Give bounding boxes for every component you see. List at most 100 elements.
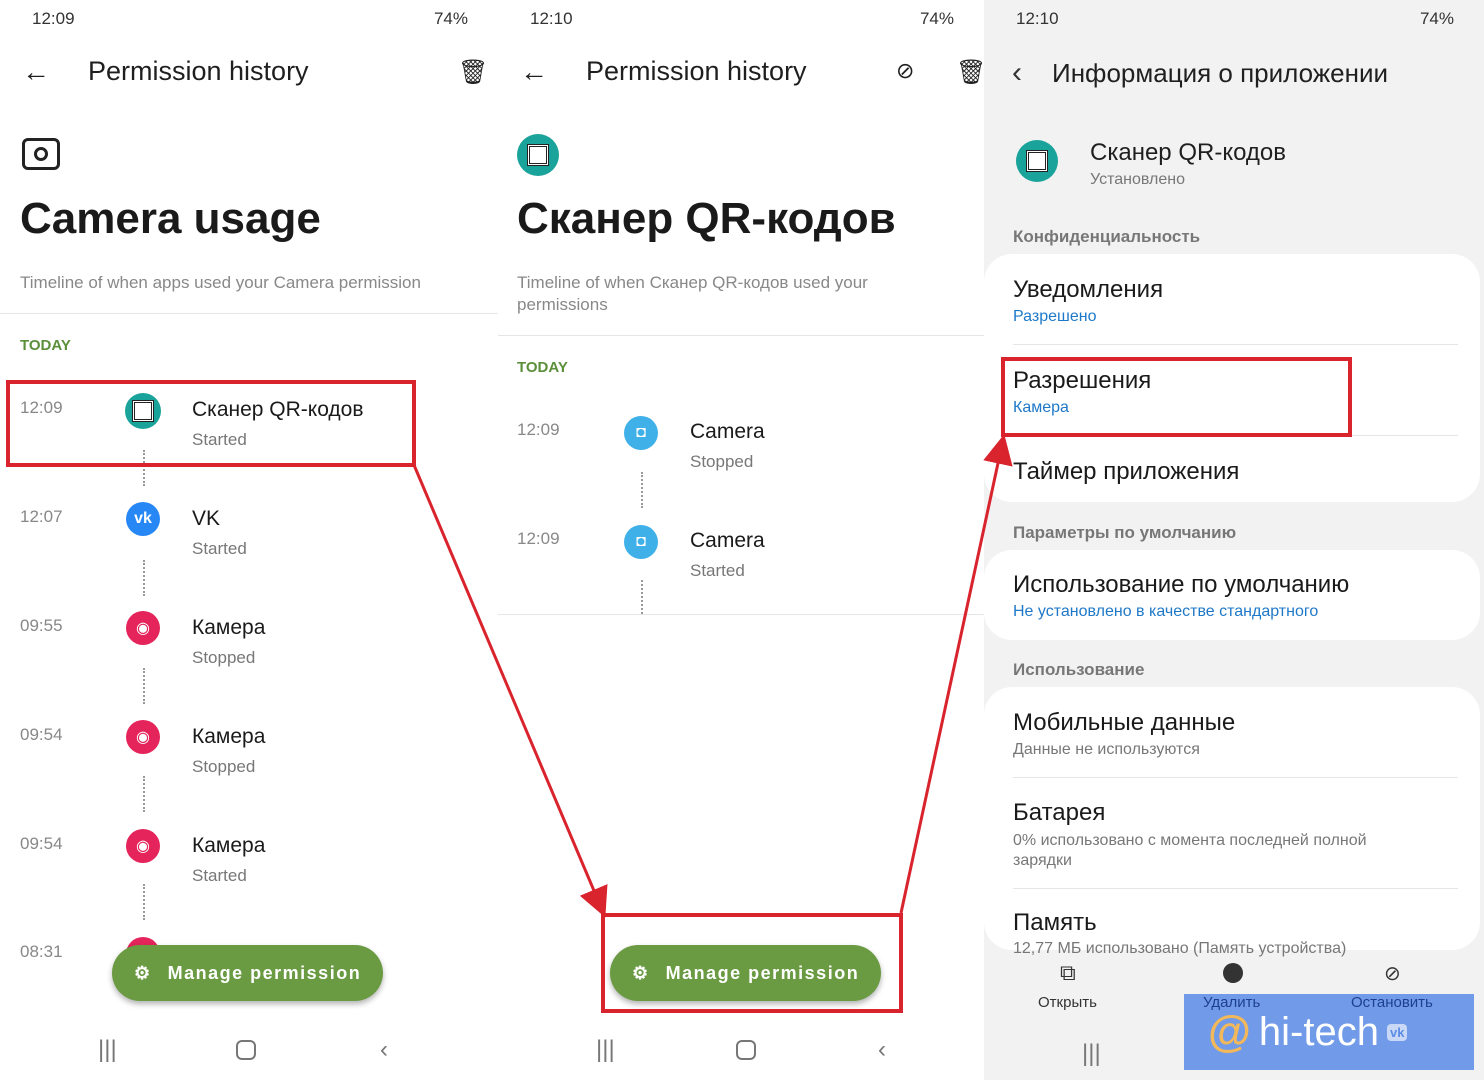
timeline-line bbox=[143, 560, 145, 596]
item-time: 09:54 bbox=[20, 834, 63, 853]
uninstall-button[interactable]: Удалить bbox=[1203, 994, 1260, 1011]
camera-perm-icon: ◘ bbox=[624, 525, 658, 559]
divider bbox=[1013, 777, 1458, 778]
panel-app-info: 12:10 74% ‹ Информация о приложении Скан… bbox=[984, 0, 1484, 1080]
default-use-value: Не установлено в качестве стандартного bbox=[1013, 603, 1319, 620]
back-arrow-icon[interactable]: ← bbox=[520, 56, 548, 88]
item-time: 12:09 bbox=[517, 420, 560, 439]
battery-value: 0% использовано с момента последней полн… bbox=[1013, 832, 1367, 869]
timeline-line bbox=[641, 580, 643, 614]
status-battery: 74% bbox=[1419, 9, 1454, 28]
defaults-card: Использование по умолчанию Не установлен… bbox=[984, 550, 1480, 640]
mobile-data-item[interactable]: Мобильные данные bbox=[1013, 709, 1235, 737]
force-stop-icon[interactable]: ⊘ bbox=[1384, 961, 1401, 986]
page-title: Информация о приложении bbox=[1052, 58, 1389, 88]
watermark-text: hi-tech bbox=[1258, 1009, 1379, 1054]
item-app[interactable]: VK bbox=[192, 507, 220, 531]
subtitle: Timeline of when Сканер QR-кодов used yo… bbox=[517, 273, 868, 314]
app-name: Сканер QR-кодов bbox=[1090, 139, 1287, 166]
item-time: 09:54 bbox=[20, 725, 63, 744]
item-app[interactable]: Камера bbox=[192, 834, 265, 858]
divider bbox=[1013, 888, 1458, 889]
item-status: Stopped bbox=[690, 452, 754, 471]
subtitle: Timeline of when apps used your Camera p… bbox=[20, 273, 421, 292]
manage-permission-button[interactable]: ⚙ Manage permission bbox=[112, 945, 384, 1001]
timeline-line bbox=[143, 668, 145, 704]
eye-off-icon[interactable]: ⊘ bbox=[896, 58, 914, 84]
item-status: Stopped bbox=[192, 648, 256, 667]
divider bbox=[498, 614, 984, 615]
storage-item[interactable]: Память bbox=[1013, 909, 1097, 937]
timeline-line bbox=[143, 776, 145, 812]
item-app: Camera bbox=[690, 529, 765, 552]
section-today: TODAY bbox=[20, 337, 71, 354]
at-logo-icon: @ bbox=[1208, 1007, 1251, 1056]
item-status: Started bbox=[192, 539, 247, 558]
trash-icon[interactable]: 🗑 bbox=[956, 58, 984, 87]
highlight-box-qr-entry bbox=[6, 380, 416, 467]
qr-app-icon bbox=[517, 134, 559, 176]
section-privacy: Конфиденциальность bbox=[1013, 227, 1201, 246]
item-status: Started bbox=[192, 866, 247, 885]
heading: Camera usage bbox=[20, 194, 321, 243]
back-arrow-icon[interactable]: ← bbox=[22, 56, 50, 88]
camera-perm-icon: ◘ bbox=[624, 416, 658, 450]
force-stop-button[interactable]: Остановить bbox=[1351, 994, 1433, 1011]
item-app: Camera bbox=[690, 420, 765, 443]
item-time: 12:09 bbox=[517, 529, 560, 548]
camera-app-icon: ◉ bbox=[126, 720, 160, 754]
item-status: Started bbox=[690, 561, 745, 580]
status-battery: 74% bbox=[433, 9, 468, 28]
divider bbox=[1013, 344, 1458, 345]
battery-item[interactable]: Батарея bbox=[1013, 799, 1105, 827]
camera-icon bbox=[22, 138, 60, 170]
recents-nav-icon[interactable]: ||| bbox=[98, 1036, 117, 1064]
home-nav-icon[interactable] bbox=[236, 1040, 256, 1060]
open-button[interactable]: Открыть bbox=[1038, 994, 1097, 1011]
home-nav-icon[interactable] bbox=[736, 1040, 756, 1060]
storage-value: 12,77 МБ использовано (Память устройства… bbox=[1013, 940, 1347, 957]
page-title: Permission history bbox=[88, 56, 309, 86]
default-use-item[interactable]: Использование по умолчанию bbox=[1013, 571, 1349, 599]
section-today: TODAY bbox=[517, 359, 568, 376]
recents-nav-icon[interactable]: ||| bbox=[596, 1036, 615, 1064]
panel-camera-usage: 12:09 74% ← Permission history 🗑 Camera … bbox=[0, 0, 498, 1080]
camera-app-icon: ◉ bbox=[126, 829, 160, 863]
timeline-line bbox=[641, 472, 643, 508]
section-usage: Использование bbox=[1013, 660, 1145, 679]
heading: Сканер QR-кодов bbox=[517, 194, 896, 243]
vk-logo-icon: vk bbox=[1386, 1023, 1408, 1041]
divider bbox=[498, 335, 984, 336]
page-title: Permission history bbox=[586, 56, 807, 86]
item-time: 12:07 bbox=[20, 507, 63, 526]
trash-icon[interactable]: 🗑 bbox=[458, 58, 488, 87]
status-battery: 74% bbox=[919, 9, 954, 28]
app-timer-item[interactable]: Таймер приложения bbox=[1013, 458, 1239, 486]
back-nav-icon[interactable]: ‹ bbox=[380, 1036, 388, 1064]
notifications-item[interactable]: Уведомления bbox=[1013, 276, 1163, 304]
qr-app-icon bbox=[1016, 140, 1058, 182]
open-icon[interactable]: ⧉ bbox=[1060, 960, 1076, 986]
recents-nav-icon[interactable]: ||| bbox=[1082, 1040, 1101, 1068]
mobile-data-value: Данные не используются bbox=[1013, 741, 1200, 758]
back-nav-icon[interactable]: ‹ bbox=[878, 1036, 886, 1064]
item-app[interactable]: Камера bbox=[192, 616, 265, 640]
item-time: 09:55 bbox=[20, 616, 63, 635]
section-defaults: Параметры по умолчанию bbox=[1013, 523, 1237, 542]
gear-icon: ⚙ bbox=[134, 962, 152, 983]
highlight-box-permissions bbox=[1001, 357, 1352, 437]
item-status: Stopped bbox=[192, 757, 256, 776]
app-status: Установлено bbox=[1090, 171, 1185, 188]
camera-app-icon: ◉ bbox=[126, 611, 160, 645]
notifications-value: Разрешено bbox=[1013, 308, 1097, 325]
status-time: 12:10 bbox=[530, 9, 573, 28]
divider bbox=[0, 313, 498, 314]
status-time: 12:09 bbox=[32, 9, 75, 28]
back-chevron-icon[interactable]: ‹ bbox=[1012, 56, 1022, 90]
fab-label: Manage permission bbox=[167, 962, 362, 983]
item-time: 08:31 bbox=[20, 942, 63, 961]
uninstall-icon[interactable] bbox=[1223, 963, 1243, 983]
usage-card: Мобильные данные Данные не используются … bbox=[984, 687, 1480, 957]
item-app[interactable]: Камера bbox=[192, 725, 265, 749]
timeline-line bbox=[143, 884, 145, 920]
